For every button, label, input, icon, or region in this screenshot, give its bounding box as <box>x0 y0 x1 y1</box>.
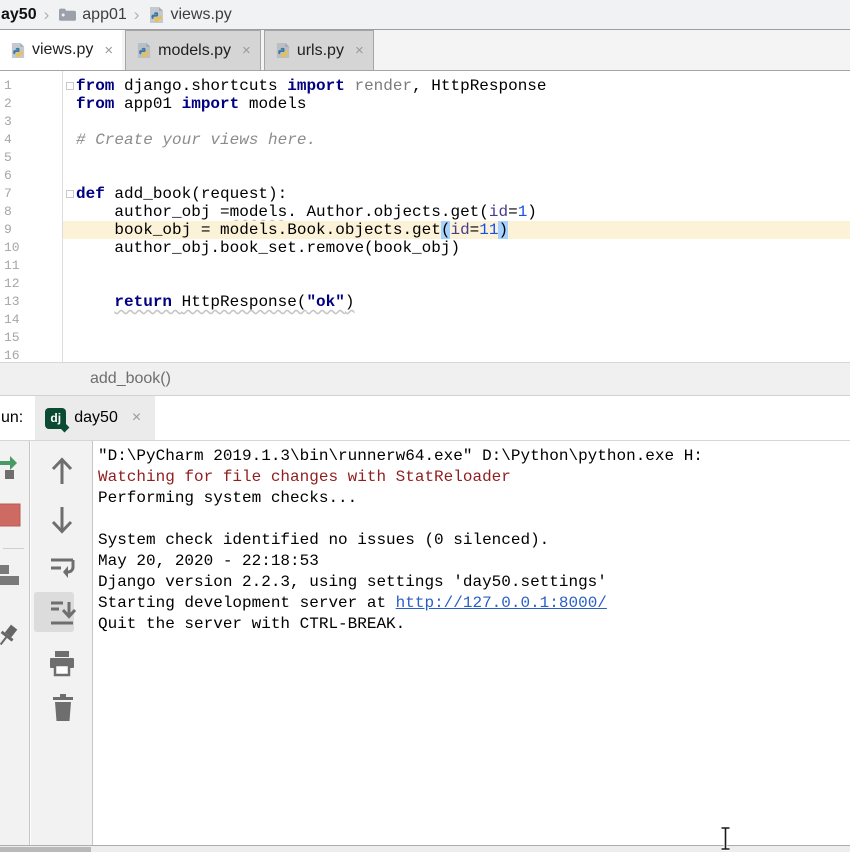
console-line: May 20, 2020 - 22:18:53 <box>98 551 850 572</box>
python-file-icon <box>10 42 26 59</box>
run-tab-day50[interactable]: dj day50 × <box>35 396 155 440</box>
code-editor[interactable]: 1from django.shortcuts import render, Ht… <box>0 71 850 362</box>
code-line: 9 book_obj = models.Book.objects.get(id=… <box>0 221 850 239</box>
console-output[interactable]: "D:\PyCharm 2019.1.3\bin\runnerw64.exe" … <box>94 441 850 845</box>
rerun-icon[interactable] <box>0 453 23 483</box>
run-tab-label: day50 <box>74 409 118 427</box>
scroll-to-end-icon[interactable] <box>48 599 76 627</box>
close-icon[interactable]: × <box>132 409 141 427</box>
code-line: 5 <box>0 149 850 167</box>
code-line: 8 author_obj =models. Author.objects.get… <box>0 203 850 221</box>
code-line: 2from app01 import models <box>0 95 850 113</box>
tab-views-py[interactable]: views.py × <box>0 30 122 70</box>
pin-icon[interactable] <box>0 623 21 651</box>
line-number: 10 <box>0 239 62 257</box>
pycharm-window: ay50 › app01 › views.py views.py × model… <box>0 0 850 852</box>
close-icon[interactable]: × <box>104 42 113 59</box>
run-tool-window: "D:\PyCharm 2019.1.3\bin\runnerw64.exe" … <box>0 440 850 845</box>
python-file-icon <box>275 42 291 59</box>
run-toolbar-left <box>0 441 30 845</box>
close-icon[interactable]: × <box>242 42 251 59</box>
context-bar: add_book() <box>0 362 850 396</box>
tab-urls-py[interactable]: urls.py × <box>264 30 374 70</box>
line-number: 16 <box>0 347 62 362</box>
line-number: 15 <box>0 329 62 347</box>
code-line: 3 <box>0 113 850 131</box>
run-header: un: dj day50 × <box>0 396 850 440</box>
soft-wrap-icon[interactable] <box>48 553 76 581</box>
console-line: Django version 2.2.3, using settings 'da… <box>98 572 850 593</box>
console-line: Watching for file changes with StatReloa… <box>98 467 850 488</box>
console-line: "D:\PyCharm 2019.1.3\bin\runnerw64.exe" … <box>98 446 850 467</box>
line-number: 13 <box>0 293 62 311</box>
code-line: 4# Create your views here. <box>0 131 850 149</box>
line-number: 7 <box>0 185 62 203</box>
folder-icon <box>58 7 77 22</box>
editor-tab-bar: views.py × models.py × urls.py × <box>0 30 850 71</box>
code-line: 7def add_book(request): <box>0 185 850 203</box>
python-file-icon <box>148 6 165 24</box>
line-number: 5 <box>0 149 62 167</box>
clear-icon[interactable] <box>50 693 76 723</box>
line-number: 3 <box>0 113 62 131</box>
run-label: un: <box>0 396 23 440</box>
code-line: 13 return HttpResponse("ok") <box>0 293 850 311</box>
breadcrumb: ay50 › app01 › views.py <box>0 0 850 30</box>
console-toolbar <box>31 441 93 845</box>
breadcrumb-file[interactable]: views.py <box>170 6 231 24</box>
code-line: 6 <box>0 167 850 185</box>
stop-icon[interactable] <box>0 503 21 527</box>
fold-marker[interactable] <box>66 190 74 198</box>
up-icon[interactable] <box>48 455 76 487</box>
line-number: 2 <box>0 95 62 113</box>
down-icon[interactable] <box>48 504 76 536</box>
line-number: 11 <box>0 257 62 275</box>
console-line <box>98 509 850 530</box>
console-line: System check identified no issues (0 sil… <box>98 530 850 551</box>
code-line: 15 <box>0 329 850 347</box>
toolbar-divider <box>3 548 24 549</box>
line-number: 9 <box>0 221 62 239</box>
code-line: 10 author_obj.book_set.remove(book_obj) <box>0 239 850 257</box>
tab-label: models.py <box>158 42 231 60</box>
tab-models-py[interactable]: models.py × <box>125 30 261 70</box>
tab-label: urls.py <box>297 42 344 60</box>
code-line: 11 <box>0 257 850 275</box>
close-icon[interactable]: × <box>355 42 364 59</box>
code-line: 12 <box>0 275 850 293</box>
mouse-cursor <box>718 826 733 851</box>
breadcrumb-project[interactable]: ay50 <box>1 6 37 24</box>
line-number: 14 <box>0 311 62 329</box>
code-line: 1from django.shortcuts import render, Ht… <box>0 77 850 95</box>
editor-lines: 1from django.shortcuts import render, Ht… <box>0 71 850 362</box>
code-line: 14 <box>0 311 850 329</box>
line-number: 1 <box>0 77 62 95</box>
scrollbar-thumb[interactable] <box>0 847 91 852</box>
restore-layout-icon[interactable] <box>0 563 21 587</box>
breadcrumb-package[interactable]: app01 <box>82 6 127 24</box>
line-number: 12 <box>0 275 62 293</box>
line-number: 8 <box>0 203 62 221</box>
console-line: Starting development server at http://12… <box>98 593 850 614</box>
django-icon: dj <box>45 408 66 429</box>
console-link[interactable]: http://127.0.0.1:8000/ <box>396 594 607 612</box>
python-file-icon <box>136 42 152 59</box>
line-number: 4 <box>0 131 62 149</box>
console-line: Performing system checks... <box>98 488 850 509</box>
console-line: Quit the server with CTRL-BREAK. <box>98 614 850 635</box>
print-icon[interactable] <box>48 649 76 677</box>
tab-label: views.py <box>32 41 93 59</box>
gutter-divider <box>62 71 63 362</box>
chevron-separator-icon: › <box>44 5 50 25</box>
fold-marker[interactable] <box>66 82 74 90</box>
context-function[interactable]: add_book() <box>90 370 171 388</box>
code-line: 16 <box>0 347 850 362</box>
line-number: 6 <box>0 167 62 185</box>
chevron-separator-icon: › <box>134 5 140 25</box>
